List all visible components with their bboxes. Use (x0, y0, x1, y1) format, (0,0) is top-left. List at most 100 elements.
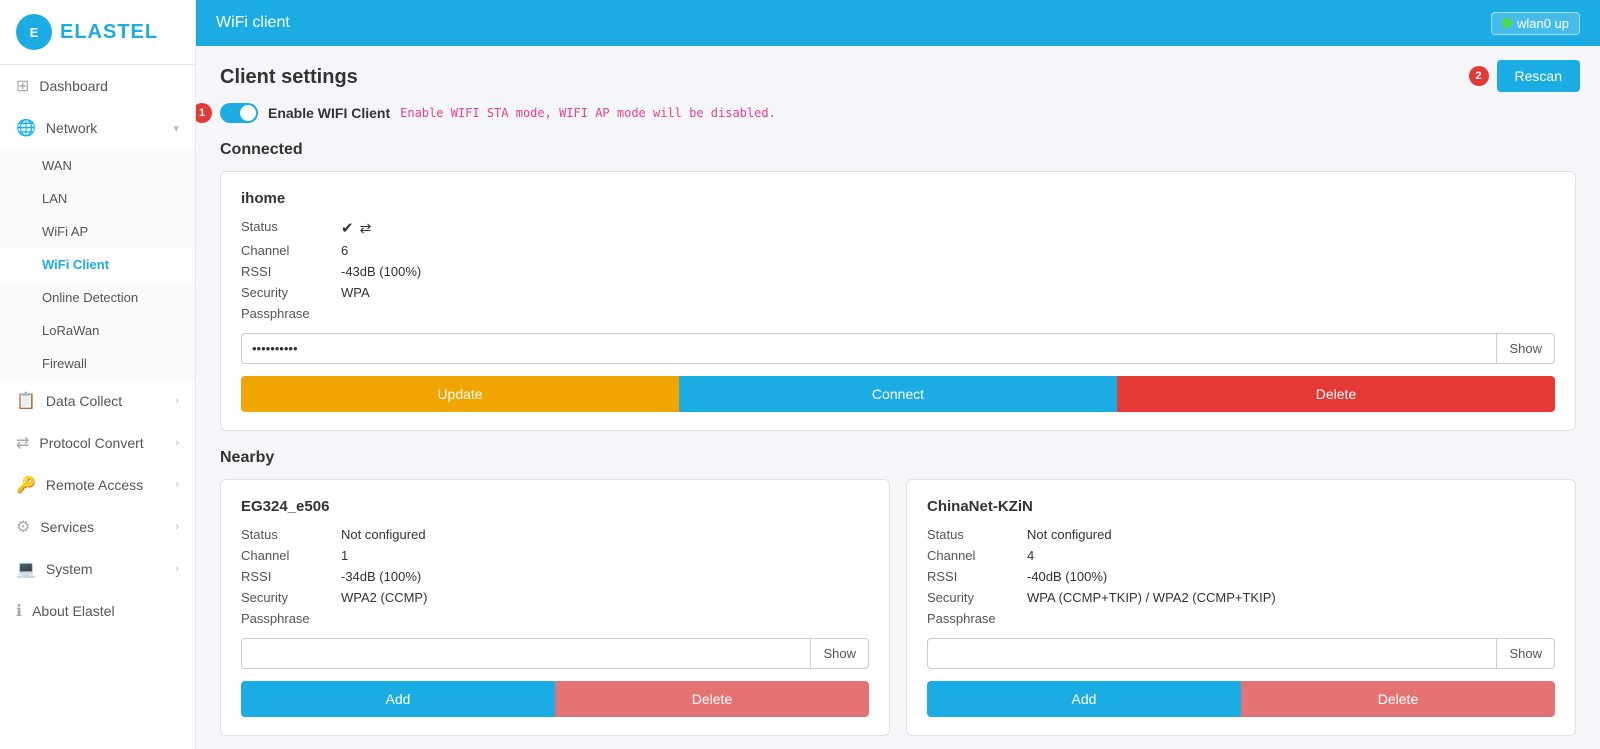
chevron-right-icon: › (175, 521, 179, 533)
status-label: Status (241, 527, 341, 542)
sidebar-item-network[interactable]: 🌐 Network ▾ (0, 107, 195, 149)
topbar-right: wlan0 up (1491, 12, 1580, 35)
nearby-network-name-2: ChinaNet-KZiN (927, 498, 1555, 515)
passphrase-label: Passphrase (927, 611, 1027, 626)
status-label: Status (241, 219, 341, 237)
rssi-value-2: -40dB (100%) (1027, 569, 1555, 584)
show-password-button-1[interactable]: Show (810, 638, 869, 669)
delete-button-2[interactable]: Delete (1241, 681, 1555, 717)
sidebar-item-protocolconvert[interactable]: ⇄ Protocol Convert › (0, 422, 195, 464)
wifi-status-badge: wlan0 up (1491, 12, 1580, 35)
enable-toggle-row: 1 Enable WIFI Client Enable WIFI STA mod… (220, 103, 1576, 123)
logo-icon: E (16, 14, 52, 50)
sidebar-item-label: About Elastel (32, 603, 115, 619)
sidebar-item-remoteaccess[interactable]: 🔑 Remote Access › (0, 464, 195, 506)
nearby-section-title: Nearby (220, 449, 1576, 467)
logo: E ELASTEL (0, 0, 195, 65)
chevron-right-icon: › (175, 395, 179, 407)
security-value: WPA (341, 285, 1555, 300)
topbar-title: WiFi client (216, 14, 290, 32)
badge-1: 1 (196, 103, 212, 123)
passphrase-input[interactable] (241, 333, 1496, 364)
enable-wifi-toggle[interactable] (220, 103, 258, 123)
sidebar-item-label: Data Collect (46, 393, 122, 409)
enable-note: Enable WIFI STA mode, WIFI AP mode will … (400, 106, 776, 120)
show-password-button-2[interactable]: Show (1496, 638, 1555, 669)
chevron-right-icon: › (175, 479, 179, 491)
channel-label: Channel (927, 548, 1027, 563)
nearby-network-info-2: Status Not configured Channel 4 RSSI -40… (927, 527, 1555, 626)
channel-label: Channel (241, 548, 341, 563)
security-value-1: WPA2 (CCMP) (341, 590, 869, 605)
chevron-right-icon: › (175, 563, 179, 575)
sidebar-item-wifiap[interactable]: WiFi AP (0, 215, 195, 248)
sidebar: E ELASTEL ⊞ Dashboard 🌐 Network ▾ WAN LA… (0, 0, 196, 749)
add-button-2[interactable]: Add (927, 681, 1241, 717)
passphrase-row-1: Show (241, 638, 869, 669)
update-button[interactable]: Update (241, 376, 679, 412)
rescan-area: 2 Rescan (1469, 60, 1580, 92)
rssi-label: RSSI (241, 264, 341, 279)
nearby-action-buttons-2: Add Delete (927, 681, 1555, 717)
sidebar-item-services[interactable]: ⚙ Services › (0, 506, 195, 548)
content-area: Client settings 1 Enable WIFI Client Ena… (196, 46, 1600, 749)
dashboard-icon: ⊞ (16, 76, 29, 96)
sidebar-item-label: Remote Access (46, 477, 143, 493)
security-label: Security (241, 285, 341, 300)
security-value-2: WPA (CCMP+TKIP) / WPA2 (CCMP+TKIP) (1027, 590, 1555, 605)
nearby-network-info-1: Status Not configured Channel 1 RSSI -34… (241, 527, 869, 626)
sidebar-item-label: Services (40, 519, 94, 535)
rssi-value: -43dB (100%) (341, 264, 1555, 279)
connect-button[interactable]: Connect (679, 376, 1117, 412)
rssi-value-1: -34dB (100%) (341, 569, 869, 584)
page-title: Client settings (220, 66, 1576, 89)
sidebar-item-wan[interactable]: WAN (0, 149, 195, 182)
delete-button-1[interactable]: Delete (555, 681, 869, 717)
system-icon: 💻 (16, 559, 36, 579)
passphrase-label: Passphrase (241, 611, 341, 626)
nearby-network-name-1: EG324_e506 (241, 498, 869, 515)
sidebar-item-label: Network (46, 120, 97, 136)
connected-action-buttons: Update Connect Delete (241, 376, 1555, 412)
passphrase-row-2: Show (927, 638, 1555, 669)
datacollect-icon: 📋 (16, 391, 36, 411)
passphrase-input-2[interactable] (927, 638, 1496, 669)
rssi-label: RSSI (241, 569, 341, 584)
sidebar-item-lan[interactable]: LAN (0, 182, 195, 215)
channel-value-1: 1 (341, 548, 869, 563)
sidebar-item-label: Dashboard (39, 78, 108, 94)
rescan-button[interactable]: Rescan (1497, 60, 1580, 92)
arrows-icon: ⇄ (360, 220, 372, 237)
passphrase-input-1[interactable] (241, 638, 810, 669)
chevron-right-icon: › (175, 437, 179, 449)
network-icon: 🌐 (16, 118, 36, 138)
sidebar-item-dashboard[interactable]: ⊞ Dashboard (0, 65, 195, 107)
sidebar-item-datacollect[interactable]: 📋 Data Collect › (0, 380, 195, 422)
status-value-1: Not configured (341, 527, 869, 542)
status-label: Status (927, 527, 1027, 542)
add-button-1[interactable]: Add (241, 681, 555, 717)
rssi-label: RSSI (927, 569, 1027, 584)
nearby-action-buttons-1: Add Delete (241, 681, 869, 717)
passphrase-value-2 (1027, 611, 1555, 626)
main-area: WiFi client wlan0 up 2 Rescan Client set… (196, 0, 1600, 749)
connected-section-title: Connected (220, 141, 1576, 159)
sidebar-item-aboutelastel[interactable]: ℹ About Elastel (0, 590, 195, 632)
passphrase-value-1 (341, 611, 869, 626)
channel-value-2: 4 (1027, 548, 1555, 563)
enable-label: Enable WIFI Client (268, 105, 390, 121)
passphrase-row: Show (241, 333, 1555, 364)
nearby-card-eg324: EG324_e506 Status Not configured Channel… (220, 479, 890, 736)
delete-button[interactable]: Delete (1117, 376, 1555, 412)
nearby-grid: EG324_e506 Status Not configured Channel… (220, 479, 1576, 749)
sidebar-item-lorawan[interactable]: LoRaWan (0, 314, 195, 347)
sidebar-item-system[interactable]: 💻 System › (0, 548, 195, 590)
security-label: Security (241, 590, 341, 605)
chevron-down-icon: ▾ (173, 122, 179, 135)
sidebar-item-firewall[interactable]: Firewall (0, 347, 195, 380)
sidebar-item-wificlient[interactable]: WiFi Client (0, 248, 195, 281)
sidebar-item-onlinedetection[interactable]: Online Detection (0, 281, 195, 314)
wifi-status-label: wlan0 up (1517, 16, 1569, 31)
connected-network-name: ihome (241, 190, 1555, 207)
show-password-button[interactable]: Show (1496, 333, 1555, 364)
